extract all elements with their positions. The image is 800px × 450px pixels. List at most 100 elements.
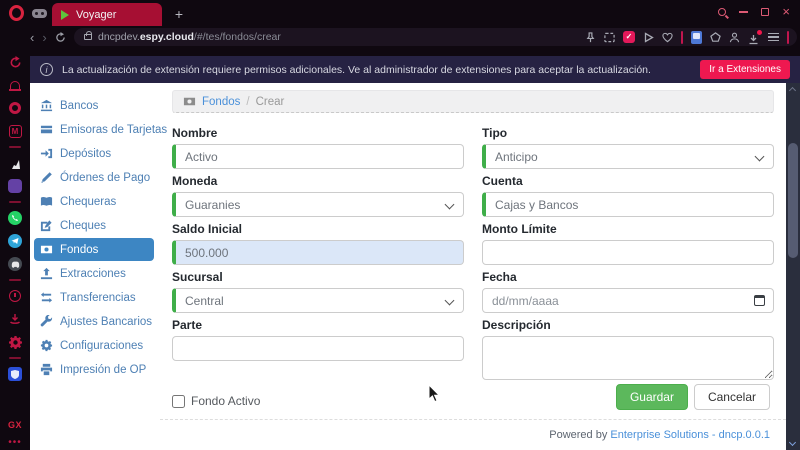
heart-icon[interactable] (662, 32, 673, 43)
gx-logo: GX (8, 420, 22, 430)
menu-icon[interactable] (768, 33, 779, 42)
media-play-icon[interactable] (643, 32, 654, 43)
history-icon[interactable] (7, 288, 23, 304)
saldo-inicial-input[interactable] (172, 240, 464, 265)
sidebar-item-impresion[interactable]: Impresión de OP (34, 358, 154, 381)
whatsapp-icon[interactable] (7, 210, 23, 226)
gx-corner-icon[interactable] (7, 178, 23, 194)
discord-icon[interactable] (7, 256, 23, 272)
share-icon[interactable] (7, 311, 23, 327)
nombre-input[interactable] (172, 144, 464, 169)
url-domain: espy.cloud (140, 31, 194, 43)
saldo-inicial-label: Saldo Inicial (172, 222, 464, 236)
page-scrollbar[interactable] (786, 83, 800, 450)
money-icon (183, 95, 196, 108)
snapshot-icon[interactable] (604, 32, 615, 43)
wrench-icon (40, 315, 53, 328)
pen-icon (40, 171, 53, 184)
new-tab-button[interactable]: + (170, 5, 188, 23)
twitch-icon[interactable] (7, 155, 23, 171)
sync-icon[interactable] (7, 54, 23, 70)
calendar-icon[interactable] (754, 295, 765, 306)
url-prefix: dncpdev. (98, 31, 140, 43)
search-icon[interactable] (718, 8, 726, 16)
parte-input[interactable] (172, 336, 464, 361)
fecha-date-input[interactable]: dd/mm/aaaa (482, 288, 774, 313)
breadcrumb-fondos-link[interactable]: Fondos (202, 96, 240, 108)
enterprise-solutions-link[interactable]: Enterprise Solutions - dncp.0.0.1 (610, 429, 770, 441)
shield-badge-icon[interactable]: ✓ (623, 31, 635, 43)
breadcrumb: Fondos / Crear (172, 90, 774, 113)
sucursal-label: Sucursal (172, 270, 464, 284)
scrollbar-up-arrow-icon[interactable] (789, 87, 796, 94)
toolbar-separator (787, 31, 789, 44)
close-button[interactable]: × (782, 7, 790, 17)
profile-icon[interactable] (729, 32, 740, 43)
minimize-button[interactable] (739, 11, 748, 13)
sidebar-item-transferencias[interactable]: Transferencias (34, 286, 154, 309)
sidebar-item-bancos[interactable]: Bancos (34, 94, 154, 117)
app-sidebar: Bancos Emisoras de Tarjetas Depósitos Ór… (30, 83, 160, 450)
strip-separator (9, 357, 21, 359)
bitwarden-sidebar-icon[interactable] (7, 366, 23, 382)
maximize-button[interactable] (761, 8, 769, 16)
lock-icon[interactable] (84, 34, 92, 40)
url-field[interactable]: dncpdev.espy.cloud/#/tes/fondos/crear ✓ (74, 28, 797, 46)
download-icon[interactable] (748, 32, 760, 43)
sidebar-item-extracciones[interactable]: Extracciones (34, 262, 154, 285)
strip-separator (9, 279, 21, 281)
moneda-label: Moneda (172, 174, 464, 188)
sidebar-item-fondos[interactable]: Fondos (34, 238, 154, 261)
scrollbar-down-arrow-icon[interactable] (789, 439, 796, 446)
cuenta-label: Cuenta (482, 174, 774, 188)
bell-icon[interactable] (7, 77, 23, 93)
nombre-label: Nombre (172, 126, 464, 140)
tipo-select[interactable]: Anticipo (482, 144, 774, 169)
save-button[interactable]: Guardar (616, 384, 688, 410)
gx-gamepad-icon[interactable] (32, 9, 47, 18)
tipo-label: Tipo (482, 126, 774, 140)
sidebar-item-cheques[interactable]: Cheques (34, 214, 154, 237)
sidebar-item-depositos[interactable]: Depósitos (34, 142, 154, 165)
sidebar-item-configuraciones[interactable]: Configuraciones (34, 334, 154, 357)
moneda-select[interactable]: Guaranies (172, 192, 464, 217)
sidebar-item-ajustes[interactable]: Ajustes Bancarios (34, 310, 154, 333)
breadcrumb-separator: / (246, 96, 249, 108)
cuenta-input[interactable] (482, 192, 774, 217)
settings-gear-icon[interactable] (7, 334, 23, 350)
cancel-button[interactable]: Cancelar (694, 384, 770, 410)
bitwarden-extension-icon[interactable] (691, 31, 702, 44)
fondo-activo-checkbox[interactable] (172, 395, 185, 408)
tab-favicon-play-icon (61, 10, 69, 20)
descripcion-label: Descripción (482, 318, 774, 332)
sign-in-icon (40, 147, 53, 160)
forward-button[interactable]: › (42, 30, 46, 45)
aria-icon[interactable] (7, 100, 23, 116)
download-badge-dot (757, 30, 762, 35)
telegram-icon[interactable] (7, 233, 23, 249)
browser-tab[interactable]: Voyager (52, 3, 162, 26)
strip-overflow-icon[interactable]: ••• (8, 437, 22, 448)
sidebar-item-emisoras[interactable]: Emisoras de Tarjetas (34, 118, 154, 141)
footer-divider (160, 419, 786, 420)
parte-label: Parte (172, 318, 464, 332)
browser-tab-bar: Voyager + × (0, 0, 800, 26)
footer: Powered by Enterprise Solutions - dncp.0… (549, 429, 770, 441)
scrollbar-thumb[interactable] (788, 143, 798, 258)
pentagon-icon[interactable] (710, 32, 721, 43)
browser-side-strip: M GX ••• (0, 48, 30, 450)
pin-icon[interactable] (585, 32, 596, 43)
go-to-extensions-button[interactable]: Ir a Extensiones (700, 60, 790, 79)
reload-button[interactable] (55, 32, 66, 43)
messenger-icon[interactable]: M (7, 123, 23, 139)
book-icon (40, 195, 53, 208)
create-fondo-form: Nombre Tipo Anticipo Moneda Guaranies Cu… (172, 126, 774, 408)
cogs-icon (40, 339, 53, 352)
monto-limite-input[interactable] (482, 240, 774, 265)
descripcion-textarea[interactable] (482, 336, 774, 380)
sidebar-item-ordenes[interactable]: Órdenes de Pago (34, 166, 154, 189)
sucursal-select[interactable]: Central (172, 288, 464, 313)
back-button[interactable]: ‹ (30, 30, 34, 45)
sidebar-item-chequeras[interactable]: Chequeras (34, 190, 154, 213)
opera-logo-icon[interactable] (9, 5, 24, 21)
